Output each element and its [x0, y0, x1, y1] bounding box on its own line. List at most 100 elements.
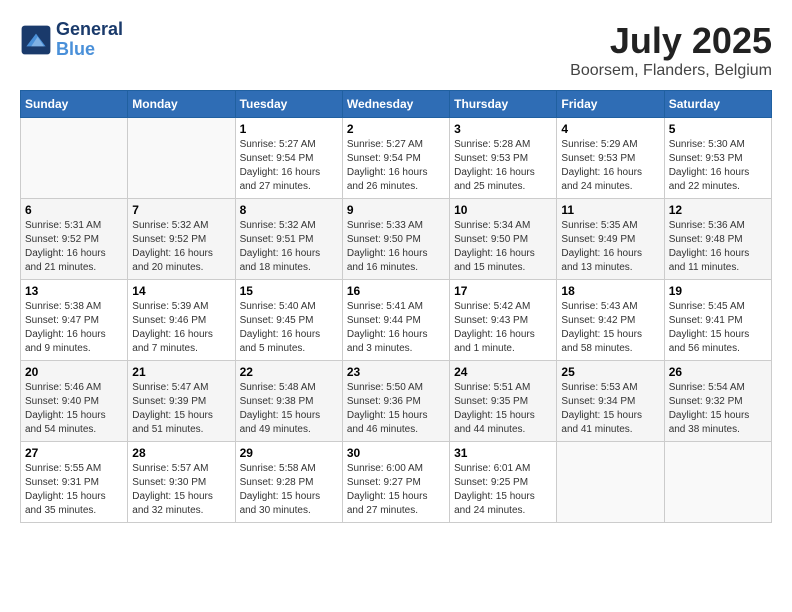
- day-info: Sunrise: 5:39 AM Sunset: 9:46 PM Dayligh…: [132, 300, 230, 356]
- day-number: 27: [25, 446, 123, 460]
- calendar-cell: 14 Sunrise: 5:39 AM Sunset: 9:46 PM Dayli…: [128, 280, 235, 361]
- calendar-cell: 15Sunrise: 5:40 AM Sunset: 9:45 PM Dayli…: [235, 280, 342, 361]
- day-number: 18: [561, 284, 659, 298]
- main-title: July 2025: [570, 20, 772, 62]
- calendar-cell: 7Sunrise: 5:32 AM Sunset: 9:52 PM Daylig…: [128, 199, 235, 280]
- day-number: 24: [454, 365, 552, 379]
- day-info: Sunrise: 5:57 AM Sunset: 9:30 PM Dayligh…: [132, 462, 230, 518]
- day-header-wednesday: Wednesday: [342, 91, 449, 118]
- day-number: 29: [240, 446, 338, 460]
- day-header-saturday: Saturday: [664, 91, 771, 118]
- day-number: 1: [240, 122, 338, 136]
- day-number: 4: [561, 122, 659, 136]
- day-number: 28: [132, 446, 230, 460]
- calendar-cell: 11Sunrise: 5:35 AM Sunset: 9:49 PM Dayli…: [557, 199, 664, 280]
- calendar-cell: 22Sunrise: 5:48 AM Sunset: 9:38 PM Dayli…: [235, 361, 342, 442]
- day-info: Sunrise: 5:36 AM Sunset: 9:48 PM Dayligh…: [669, 219, 767, 275]
- day-number: 9: [347, 203, 445, 217]
- week-row-1: 1 Sunrise: 5:27 AM Sunset: 9:54 PM Daylig…: [21, 118, 772, 199]
- calendar-cell: 5 Sunrise: 5:30 AM Sunset: 9:53 PM Daylig…: [664, 118, 771, 199]
- day-info: Sunrise: 6:01 AM Sunset: 9:25 PM Dayligh…: [454, 462, 552, 518]
- calendar-cell: 6 Sunrise: 5:31 AM Sunset: 9:52 PM Daylig…: [21, 199, 128, 280]
- calendar-cell: 12 Sunrise: 5:36 AM Sunset: 9:48 PM Dayli…: [664, 199, 771, 280]
- page-header: General Blue July 2025 Boorsem, Flanders…: [20, 20, 772, 80]
- day-info: Sunrise: 5:30 AM Sunset: 9:53 PM Dayligh…: [669, 138, 767, 194]
- day-info: Sunrise: 5:32 AM Sunset: 9:51 PM Dayligh…: [240, 219, 338, 275]
- day-number: 13: [25, 284, 123, 298]
- day-info: Sunrise: 5:47 AM Sunset: 9:39 PM Dayligh…: [132, 381, 230, 437]
- day-number: 6: [25, 203, 123, 217]
- day-info: Sunrise: 5:41 AM Sunset: 9:44 PM Dayligh…: [347, 300, 445, 356]
- day-info: Sunrise: 5:35 AM Sunset: 9:49 PM Dayligh…: [561, 219, 659, 275]
- day-number: 26: [669, 365, 767, 379]
- logo-text: General Blue: [56, 20, 123, 60]
- day-info: Sunrise: 5:46 AM Sunset: 9:40 PM Dayligh…: [25, 381, 123, 437]
- day-number: 2: [347, 122, 445, 136]
- calendar-cell: 2 Sunrise: 5:27 AM Sunset: 9:54 PM Daylig…: [342, 118, 449, 199]
- calendar-cell: 23Sunrise: 5:50 AM Sunset: 9:36 PM Dayli…: [342, 361, 449, 442]
- calendar-cell: 3 Sunrise: 5:28 AM Sunset: 9:53 PM Daylig…: [450, 118, 557, 199]
- calendar-cell: 20 Sunrise: 5:46 AM Sunset: 9:40 PM Dayli…: [21, 361, 128, 442]
- calendar-cell: 29 Sunrise: 5:58 AM Sunset: 9:28 PM Dayli…: [235, 442, 342, 523]
- day-info: Sunrise: 5:34 AM Sunset: 9:50 PM Dayligh…: [454, 219, 552, 275]
- day-info: Sunrise: 5:58 AM Sunset: 9:28 PM Dayligh…: [240, 462, 338, 518]
- day-number: 16: [347, 284, 445, 298]
- day-number: 12: [669, 203, 767, 217]
- day-info: Sunrise: 5:43 AM Sunset: 9:42 PM Dayligh…: [561, 300, 659, 356]
- calendar-cell: [21, 118, 128, 199]
- day-info: Sunrise: 5:40 AM Sunset: 9:45 PM Dayligh…: [240, 300, 338, 356]
- calendar-cell: 31 Sunrise: 6:01 AM Sunset: 9:25 PM Dayli…: [450, 442, 557, 523]
- calendar-cell: 17Sunrise: 5:42 AM Sunset: 9:43 PM Dayli…: [450, 280, 557, 361]
- day-number: 20: [25, 365, 123, 379]
- calendar-cell: 30Sunrise: 6:00 AM Sunset: 9:27 PM Dayli…: [342, 442, 449, 523]
- day-number: 21: [132, 365, 230, 379]
- day-number: 22: [240, 365, 338, 379]
- day-number: 3: [454, 122, 552, 136]
- week-row-3: 13 Sunrise: 5:38 AM Sunset: 9:47 PM Dayli…: [21, 280, 772, 361]
- week-row-2: 6 Sunrise: 5:31 AM Sunset: 9:52 PM Daylig…: [21, 199, 772, 280]
- calendar-header-row: SundayMondayTuesdayWednesdayThursdayFrid…: [21, 91, 772, 118]
- calendar-cell: 25 Sunrise: 5:53 AM Sunset: 9:34 PM Dayli…: [557, 361, 664, 442]
- day-info: Sunrise: 5:55 AM Sunset: 9:31 PM Dayligh…: [25, 462, 123, 518]
- day-info: Sunrise: 5:54 AM Sunset: 9:32 PM Dayligh…: [669, 381, 767, 437]
- day-number: 14: [132, 284, 230, 298]
- day-info: Sunrise: 5:31 AM Sunset: 9:52 PM Dayligh…: [25, 219, 123, 275]
- title-block: July 2025 Boorsem, Flanders, Belgium: [570, 20, 772, 80]
- day-number: 19: [669, 284, 767, 298]
- week-row-5: 27 Sunrise: 5:55 AM Sunset: 9:31 PM Dayli…: [21, 442, 772, 523]
- day-info: Sunrise: 5:50 AM Sunset: 9:36 PM Dayligh…: [347, 381, 445, 437]
- calendar-cell: 9 Sunrise: 5:33 AM Sunset: 9:50 PM Daylig…: [342, 199, 449, 280]
- day-header-friday: Friday: [557, 91, 664, 118]
- calendar-cell: 19Sunrise: 5:45 AM Sunset: 9:41 PM Dayli…: [664, 280, 771, 361]
- day-number: 25: [561, 365, 659, 379]
- calendar-cell: 10Sunrise: 5:34 AM Sunset: 9:50 PM Dayli…: [450, 199, 557, 280]
- logo: General Blue: [20, 20, 123, 60]
- day-info: Sunrise: 5:33 AM Sunset: 9:50 PM Dayligh…: [347, 219, 445, 275]
- calendar-cell: 26 Sunrise: 5:54 AM Sunset: 9:32 PM Dayli…: [664, 361, 771, 442]
- week-row-4: 20 Sunrise: 5:46 AM Sunset: 9:40 PM Dayli…: [21, 361, 772, 442]
- day-number: 31: [454, 446, 552, 460]
- calendar-cell: 16 Sunrise: 5:41 AM Sunset: 9:44 PM Dayli…: [342, 280, 449, 361]
- calendar-cell: 8Sunrise: 5:32 AM Sunset: 9:51 PM Daylig…: [235, 199, 342, 280]
- day-info: Sunrise: 5:53 AM Sunset: 9:34 PM Dayligh…: [561, 381, 659, 437]
- calendar-table: SundayMondayTuesdayWednesdayThursdayFrid…: [20, 90, 772, 523]
- day-info: Sunrise: 5:27 AM Sunset: 9:54 PM Dayligh…: [240, 138, 338, 194]
- calendar-cell: 27 Sunrise: 5:55 AM Sunset: 9:31 PM Dayli…: [21, 442, 128, 523]
- subtitle: Boorsem, Flanders, Belgium: [570, 62, 772, 80]
- day-info: Sunrise: 5:28 AM Sunset: 9:53 PM Dayligh…: [454, 138, 552, 194]
- day-info: Sunrise: 5:29 AM Sunset: 9:53 PM Dayligh…: [561, 138, 659, 194]
- calendar-cell: [557, 442, 664, 523]
- day-header-thursday: Thursday: [450, 91, 557, 118]
- calendar-cell: [664, 442, 771, 523]
- calendar-cell: 28 Sunrise: 5:57 AM Sunset: 9:30 PM Dayli…: [128, 442, 235, 523]
- calendar-cell: 24Sunrise: 5:51 AM Sunset: 9:35 PM Dayli…: [450, 361, 557, 442]
- day-number: 17: [454, 284, 552, 298]
- day-info: Sunrise: 6:00 AM Sunset: 9:27 PM Dayligh…: [347, 462, 445, 518]
- calendar-cell: [128, 118, 235, 199]
- day-number: 5: [669, 122, 767, 136]
- day-info: Sunrise: 5:27 AM Sunset: 9:54 PM Dayligh…: [347, 138, 445, 194]
- day-info: Sunrise: 5:32 AM Sunset: 9:52 PM Dayligh…: [132, 219, 230, 275]
- logo-icon: [20, 24, 52, 56]
- day-info: Sunrise: 5:38 AM Sunset: 9:47 PM Dayligh…: [25, 300, 123, 356]
- calendar-cell: 18 Sunrise: 5:43 AM Sunset: 9:42 PM Dayli…: [557, 280, 664, 361]
